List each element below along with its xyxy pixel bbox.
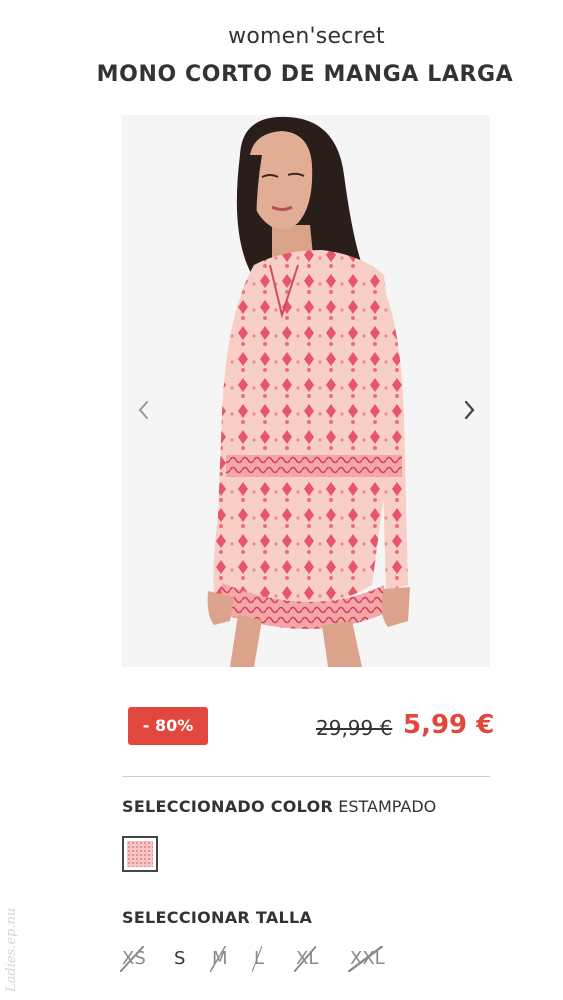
swatch-chip [127, 841, 153, 867]
sale-price: 5,99 € [403, 710, 495, 740]
size-option-m[interactable]: M [210, 946, 228, 972]
size-option-label: L [254, 948, 265, 969]
gallery-prev-button[interactable] [131, 392, 155, 428]
size-option-s[interactable]: S [174, 946, 185, 972]
color-label: SELECCIONADO COLOR ESTAMPADO [122, 797, 436, 816]
size-label: SELECCIONAR TALLA [122, 908, 313, 927]
size-option-xxl[interactable]: XXL [348, 946, 385, 972]
size-option-label: XS [122, 948, 146, 969]
chevron-right-icon [464, 400, 475, 420]
discount-badge: - 80% [128, 707, 208, 745]
product-photo [122, 115, 490, 667]
product-title: MONO CORTO DE MANGA LARGA [96, 62, 514, 87]
gallery-next-button[interactable] [457, 392, 481, 428]
color-selected-value: ESTAMPADO [338, 797, 437, 816]
color-swatch-estampado[interactable] [122, 836, 158, 872]
size-option-xs[interactable]: XS [120, 946, 146, 972]
product-image[interactable] [122, 115, 490, 667]
size-option-l[interactable]: L [252, 946, 265, 972]
watermark: Ladies.ep.nu [4, 907, 19, 992]
divider [122, 776, 490, 777]
chevron-left-icon [138, 401, 148, 419]
size-option-xl[interactable]: XL [294, 946, 319, 972]
size-option-label: XL [296, 948, 319, 969]
original-price: 29,99 € [316, 716, 393, 740]
brand-logo[interactable]: women'secret [0, 24, 563, 49]
size-option-label: M [212, 948, 228, 969]
color-label-title: SELECCIONADO COLOR [122, 797, 334, 816]
size-option-label: XXL [350, 948, 385, 969]
size-option-label: S [174, 948, 186, 969]
